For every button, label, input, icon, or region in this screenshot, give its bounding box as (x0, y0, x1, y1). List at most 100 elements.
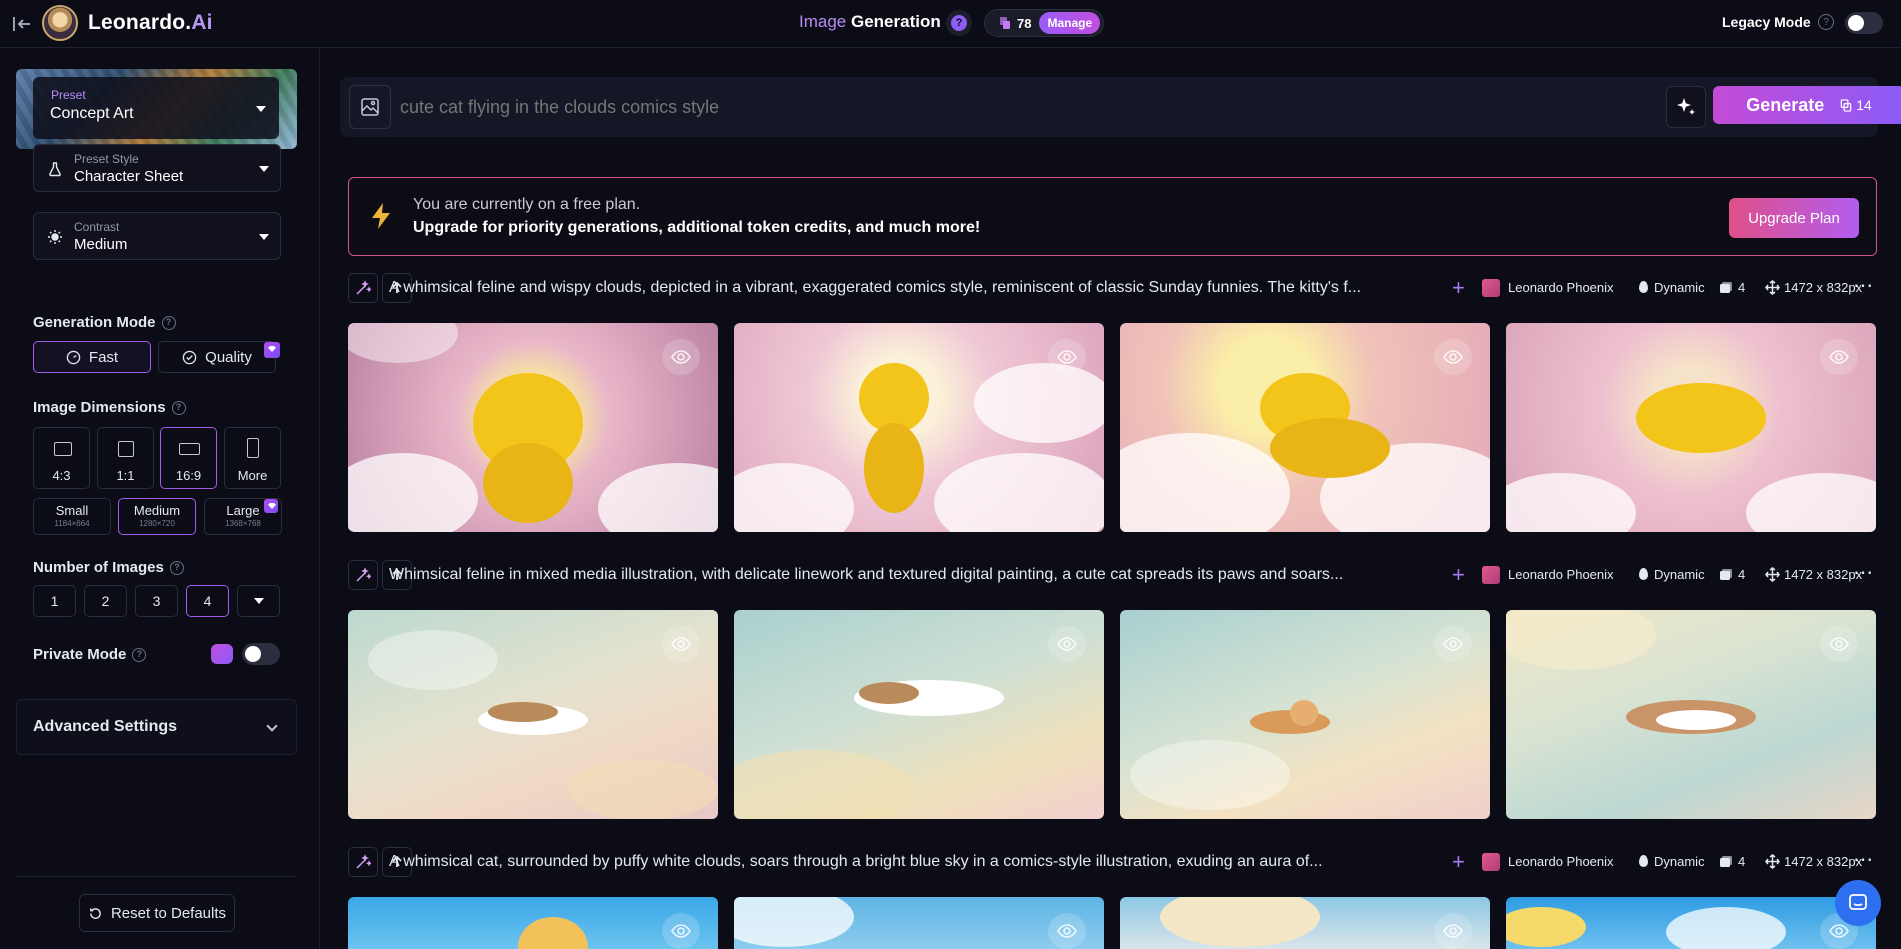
image-add-icon (361, 98, 379, 116)
reuse-prompt-button[interactable] (348, 273, 378, 303)
help-icon[interactable]: ? (161, 316, 176, 331)
image-prompt-button[interactable] (349, 85, 391, 129)
generated-image[interactable] (1506, 610, 1876, 819)
manage-button[interactable]: Manage (1039, 12, 1101, 34)
preset-dropdown[interactable]: Preset Concept Art (33, 77, 279, 139)
generated-image[interactable] (1120, 323, 1490, 532)
view-image-button[interactable] (1820, 626, 1858, 662)
generation-header: Whimsical feline in mixed media illustra… (348, 560, 1877, 590)
num-images-more[interactable] (237, 585, 280, 617)
generated-image[interactable] (348, 897, 718, 949)
chevron-down-icon (259, 166, 269, 172)
legacy-mode-label: Legacy Mode (1722, 14, 1811, 30)
dimensions-icon (1765, 567, 1780, 582)
aspect-1-1-button[interactable]: 1:1 (97, 427, 154, 489)
aspect-4-3-button[interactable]: 4:3 (33, 427, 90, 489)
generated-image[interactable] (1506, 323, 1876, 532)
image-stack-icon (1720, 569, 1732, 580)
view-image-button[interactable] (1048, 626, 1086, 662)
preset-style-dropdown[interactable]: Preset Style Character Sheet (33, 144, 281, 192)
generated-image[interactable] (734, 323, 1104, 532)
view-image-button[interactable] (1434, 913, 1472, 949)
generated-image[interactable] (1120, 897, 1490, 949)
private-mode-toggle[interactable] (242, 643, 280, 665)
prompt-enhance-button[interactable] (1666, 86, 1706, 128)
generated-image[interactable] (1506, 897, 1876, 949)
mode-fast-button[interactable]: Fast (33, 341, 151, 373)
reset-defaults-button[interactable]: Reset to Defaults (79, 894, 235, 932)
view-image-button[interactable] (1048, 913, 1086, 949)
magic-wand-icon (356, 280, 371, 295)
plus-icon[interactable]: + (1452, 275, 1465, 301)
legacy-mode-toggle[interactable] (1845, 12, 1883, 34)
help-icon[interactable]: ? (132, 648, 147, 663)
help-icon[interactable]: ? (171, 401, 186, 416)
generated-image[interactable] (348, 323, 718, 532)
cloud (1120, 433, 1290, 532)
reuse-prompt-button[interactable] (348, 560, 378, 590)
cat-figure (1270, 418, 1390, 478)
generation-mode-title: Generation Mode? (33, 314, 176, 331)
generated-image[interactable] (734, 897, 1104, 949)
legacy-help-icon[interactable]: ? (1818, 14, 1834, 30)
magic-wand-icon (356, 854, 371, 869)
cat-figure (1656, 710, 1736, 730)
aspect-16-9-button[interactable]: 16:9 (160, 427, 217, 489)
leonardo-logo-avatar[interactable] (42, 5, 78, 41)
premium-gem-icon (211, 644, 233, 664)
prompt-input[interactable] (400, 87, 1400, 127)
contrast-dropdown[interactable]: Contrast Medium (33, 212, 281, 260)
eye-icon (671, 350, 691, 364)
chevron-down-icon (253, 598, 264, 604)
question-icon: ? (951, 15, 967, 31)
generation-style: Dynamic (1654, 854, 1705, 869)
plus-icon[interactable]: + (1452, 849, 1465, 875)
plus-icon[interactable]: + (1452, 562, 1465, 588)
more-options-icon[interactable]: ⋯ (1853, 847, 1874, 872)
eye-icon (1443, 350, 1463, 364)
brand-name[interactable]: Leonardo.Ai (88, 11, 213, 35)
size-small-button[interactable]: Small 1184×664 (33, 498, 111, 535)
flask-icon (49, 162, 61, 177)
help-button[interactable]: ? (946, 10, 972, 36)
view-image-button[interactable] (1434, 339, 1472, 375)
generate-button[interactable]: Generate 14 (1713, 86, 1901, 124)
image-stack-icon (1720, 282, 1732, 293)
view-image-button[interactable] (662, 339, 700, 375)
eye-icon (1443, 637, 1463, 651)
num-images-2[interactable]: 2 (84, 585, 127, 617)
eye-icon (1829, 924, 1849, 938)
generated-image[interactable] (1120, 610, 1490, 819)
advanced-settings-toggle[interactable]: Advanced Settings (16, 699, 297, 755)
view-image-button[interactable] (662, 913, 700, 949)
size-medium-button[interactable]: Medium 1280×720 (118, 498, 196, 535)
mode-quality-button[interactable]: Quality (158, 341, 276, 373)
preset-card[interactable]: Preset Concept Art (16, 69, 297, 149)
num-images-3[interactable]: 3 (135, 585, 178, 617)
view-image-button[interactable] (1048, 339, 1086, 375)
reuse-prompt-button[interactable] (348, 847, 378, 877)
num-images-4[interactable]: 4 (186, 585, 229, 617)
aspect-more-button[interactable]: More (224, 427, 281, 489)
preset-style-value: Character Sheet (74, 168, 184, 185)
contrast-label: Contrast (74, 220, 120, 234)
upgrade-text-plan: You are currently on a free plan. (413, 196, 641, 213)
generation-count: 4 (1738, 567, 1746, 582)
model-icon (1482, 566, 1500, 584)
view-image-button[interactable] (662, 626, 700, 662)
cloud (568, 760, 718, 819)
cloud (1746, 473, 1876, 532)
help-icon[interactable]: ? (169, 561, 184, 576)
view-image-button[interactable] (1820, 339, 1858, 375)
more-options-icon[interactable]: ⋯ (1853, 273, 1874, 298)
upgrade-plan-button[interactable]: Upgrade Plan (1729, 198, 1859, 238)
sparkles-icon (1677, 98, 1695, 115)
view-image-button[interactable] (1434, 626, 1472, 662)
collapse-sidebar-icon[interactable] (10, 12, 34, 36)
support-chat-button[interactable] (1835, 880, 1881, 926)
more-options-icon[interactable]: ⋯ (1853, 560, 1874, 585)
num-images-1[interactable]: 1 (33, 585, 76, 617)
cloud (1666, 907, 1786, 949)
generated-image[interactable] (734, 610, 1104, 819)
generated-image[interactable] (348, 610, 718, 819)
